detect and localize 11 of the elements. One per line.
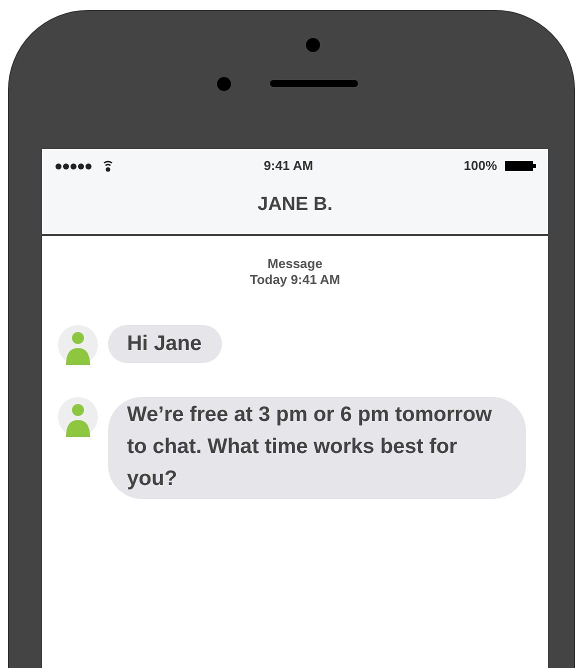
thread-label: Message <box>266 256 324 272</box>
message-bubble: Hi Jane <box>108 325 222 363</box>
status-time: 9:41 AM <box>262 157 314 176</box>
avatar-icon <box>58 325 98 365</box>
contact-name: JANE B. <box>258 193 332 218</box>
thread-time: Today 9:41 AM <box>248 272 342 288</box>
avatar-icon <box>58 397 98 437</box>
message-bubble: We’re free at 3 pm or 6 pm tomorrow to chat. What time works best for you? <box>108 397 526 499</box>
battery-percent: 100% <box>464 157 497 176</box>
wifi-icon <box>103 160 113 172</box>
battery-icon <box>505 161 536 171</box>
